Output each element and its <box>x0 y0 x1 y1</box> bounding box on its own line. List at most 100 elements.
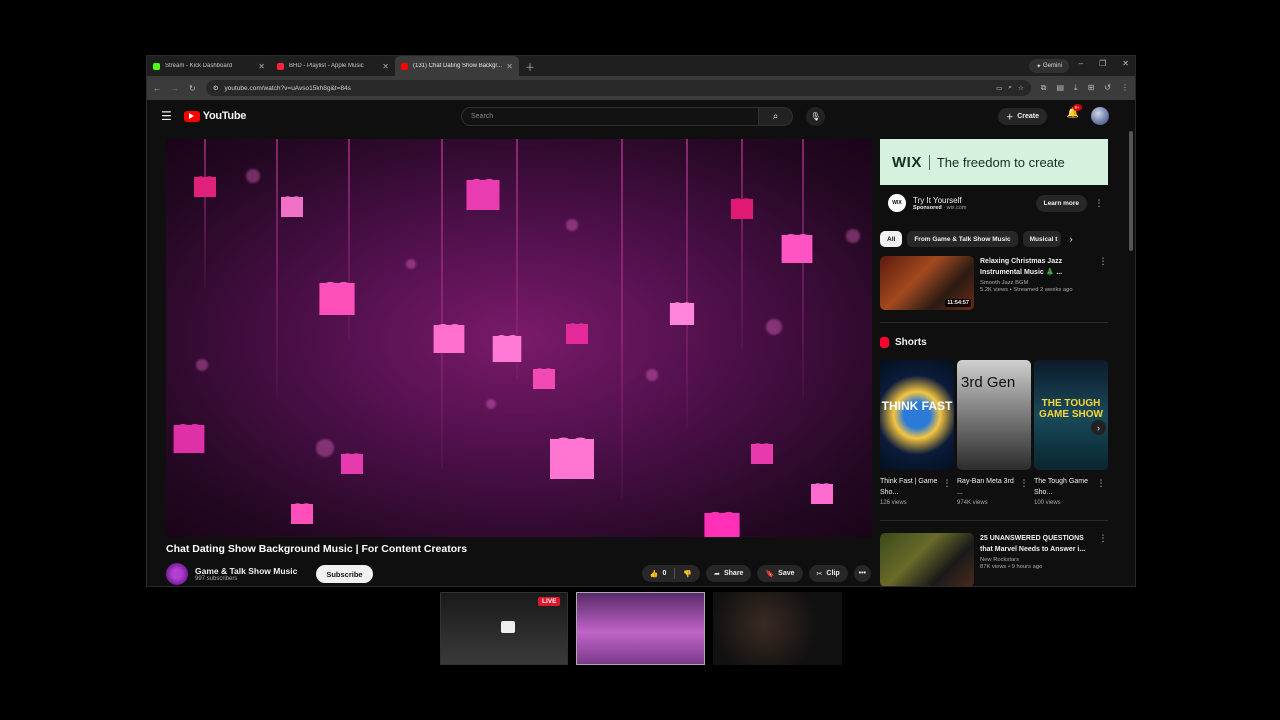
short-title[interactable]: Think Fast | Game Sho... <box>880 476 940 498</box>
more-vert-icon[interactable]: ⋮ <box>1019 478 1029 489</box>
heart-shape <box>433 325 465 353</box>
ad-banner[interactable]: WIX The freedom to create <box>880 139 1108 185</box>
shorts-next-button[interactable]: › <box>1091 420 1106 435</box>
share-button[interactable]: ➦ Share <box>706 565 752 582</box>
save-button[interactable]: 🔖 Save <box>757 565 803 582</box>
bokeh <box>646 369 658 381</box>
video-thumbnail[interactable]: 11:54:57 <box>880 256 974 310</box>
create-button[interactable]: ＋ Create <box>998 108 1047 125</box>
short-title[interactable]: Ray-Ban Meta 3rd ... <box>957 476 1017 498</box>
video-title[interactable]: 25 UNANSWERED QUESTIONS that Marvel Need… <box>980 533 1095 555</box>
more-vert-icon[interactable]: ⋮ <box>1096 478 1106 489</box>
short-item[interactable]: 3rd Gen Ray-Ban Meta 3rd ... 974K views … <box>957 360 1031 506</box>
forward-icon[interactable]: → <box>171 84 179 93</box>
divider <box>674 568 676 579</box>
bookmark-star-icon[interactable]: ☆ <box>1018 84 1024 92</box>
zoom-icon[interactable]: ⌕ <box>1008 84 1012 92</box>
short-item[interactable]: THINK FAST Think Fast | Game Sho... 126 … <box>880 360 954 506</box>
tab-youtube-video[interactable]: (131) Chat Dating Show Backgr... ✕ <box>395 56 519 76</box>
recommended-video[interactable]: 25 UNANSWERED QUESTIONS that Marvel Need… <box>880 533 1110 586</box>
back-icon[interactable]: ← <box>153 84 161 93</box>
channel-name[interactable]: Game & Talk Show Music <box>195 566 297 576</box>
channel-name[interactable]: New Rockstars <box>980 557 1095 563</box>
search-button[interactable]: ⌕ <box>759 107 793 126</box>
sponsored-label: Sponsored <box>913 204 942 211</box>
browser-menu-icon[interactable]: ⋮ <box>1121 83 1129 93</box>
string <box>204 139 206 289</box>
live-badge: LIVE <box>538 597 561 606</box>
close-window-icon[interactable]: ✕ <box>1122 59 1129 68</box>
scrollbar-thumb[interactable] <box>1129 131 1133 251</box>
heart-shape <box>281 197 303 217</box>
thumbs-down-icon[interactable]: 👎 <box>683 570 692 578</box>
youtube-logo[interactable]: YouTube <box>183 110 246 122</box>
notifications-button[interactable]: 🔔 9+ <box>1067 104 1082 119</box>
channel-name[interactable]: Smooth Jazz BGM <box>980 280 1095 286</box>
video-meta: 87K views • 9 hours ago <box>980 564 1043 570</box>
learn-more-button[interactable]: Learn more <box>1035 194 1087 212</box>
split-icon[interactable]: ⊞ <box>1088 83 1095 93</box>
ad-info-row: WIX Try It Yourself Sponsored · wix.com … <box>880 185 1110 221</box>
extensions-icon[interactable]: ⧉ <box>1041 83 1047 93</box>
video-title[interactable]: Relaxing Christmas Jazz Instrumental Mus… <box>980 256 1095 278</box>
recommended-video[interactable]: 11:54:57 Relaxing Christmas Jazz Instrum… <box>880 256 1110 310</box>
address-bar[interactable]: ⚙ youtube.com/watch?v=uAvso15kh8g&t=84s … <box>205 80 1031 96</box>
history-icon[interactable]: ↺ <box>1104 83 1111 93</box>
cast-icon[interactable]: ▭ <box>996 84 1002 92</box>
search-input[interactable]: Search <box>461 107 759 126</box>
tab-apple-music[interactable]: BHD - Playlist - Apple Music ✕ <box>271 56 395 76</box>
channel-avatar[interactable] <box>166 563 188 585</box>
youtube-favicon-icon <box>401 62 408 70</box>
video-player[interactable] <box>166 139 872 537</box>
video-thumbnail[interactable] <box>880 533 974 586</box>
more-vert-icon[interactable]: ⋮ <box>1098 256 1108 267</box>
voice-search-button[interactable]: 🎙 <box>806 107 825 126</box>
download-icon[interactable]: ⤓ <box>1074 83 1078 93</box>
new-tab-icon[interactable]: ＋ <box>525 59 535 74</box>
short-thumbnail[interactable]: THINK FAST <box>880 360 954 470</box>
more-vert-icon[interactable]: ⋮ <box>1094 198 1104 209</box>
heart-shape <box>466 180 500 210</box>
shorts-title: Shorts <box>895 337 927 348</box>
minimize-icon[interactable]: – <box>1079 59 1083 68</box>
string <box>741 139 743 349</box>
site-info-icon[interactable]: ⚙ <box>213 84 219 92</box>
bokeh <box>196 359 208 371</box>
kick-favicon-icon <box>153 62 160 70</box>
more-vert-icon[interactable]: ⋮ <box>1098 533 1108 544</box>
short-title[interactable]: The Tough Game Sho... <box>1034 476 1094 498</box>
subscriber-count: 997 subscribers <box>195 576 238 582</box>
heart-shape <box>731 199 753 219</box>
maximize-icon[interactable]: ❐ <box>1099 59 1106 68</box>
account-avatar[interactable] <box>1091 107 1109 125</box>
clip-button[interactable]: ✂ Clip <box>808 565 848 582</box>
chevron-right-icon[interactable]: › <box>1070 234 1073 244</box>
short-thumbnail[interactable]: 3rd Gen <box>957 360 1031 470</box>
chip-from-channel[interactable]: From Game & Talk Show Music <box>907 231 1018 247</box>
chip-musical[interactable]: Musical t <box>1022 231 1061 247</box>
preview-webcam-active[interactable] <box>576 592 705 665</box>
tab-title: BHD - Playlist - Apple Music <box>289 63 364 69</box>
chip-all[interactable]: All <box>880 231 903 247</box>
divider <box>880 322 1108 323</box>
preview-camera[interactable] <box>713 592 842 665</box>
heart-shape <box>319 283 355 315</box>
reload-icon[interactable]: ↻ <box>189 84 196 93</box>
bokeh <box>566 219 578 231</box>
gemini-button[interactable]: ✦ Gemini <box>1029 59 1069 73</box>
short-thumbnail[interactable]: THE TOUGH GAME SHOW <box>1034 360 1108 470</box>
close-tab-icon[interactable]: ✕ <box>506 62 513 71</box>
hamburger-menu-icon[interactable]: ☰ <box>161 109 172 123</box>
close-tab-icon[interactable]: ✕ <box>258 62 265 71</box>
wix-logo-icon: WIX <box>888 194 906 212</box>
close-tab-icon[interactable]: ✕ <box>382 62 389 71</box>
like-button[interactable]: 👍 0 👎 <box>641 565 701 582</box>
heart-shape <box>291 504 313 524</box>
more-vert-icon[interactable]: ⋮ <box>942 478 952 489</box>
more-actions-button[interactable]: ••• <box>853 565 871 582</box>
thumbs-up-icon: 👍 <box>649 570 659 578</box>
tab-kick-dashboard[interactable]: Stream - Kick Dashboard ✕ <box>147 56 271 76</box>
ad-title[interactable]: Try It Yourself <box>913 196 967 205</box>
subscribe-button[interactable]: Subscribe <box>316 565 373 583</box>
media-icon[interactable]: ▤ <box>1056 83 1064 93</box>
